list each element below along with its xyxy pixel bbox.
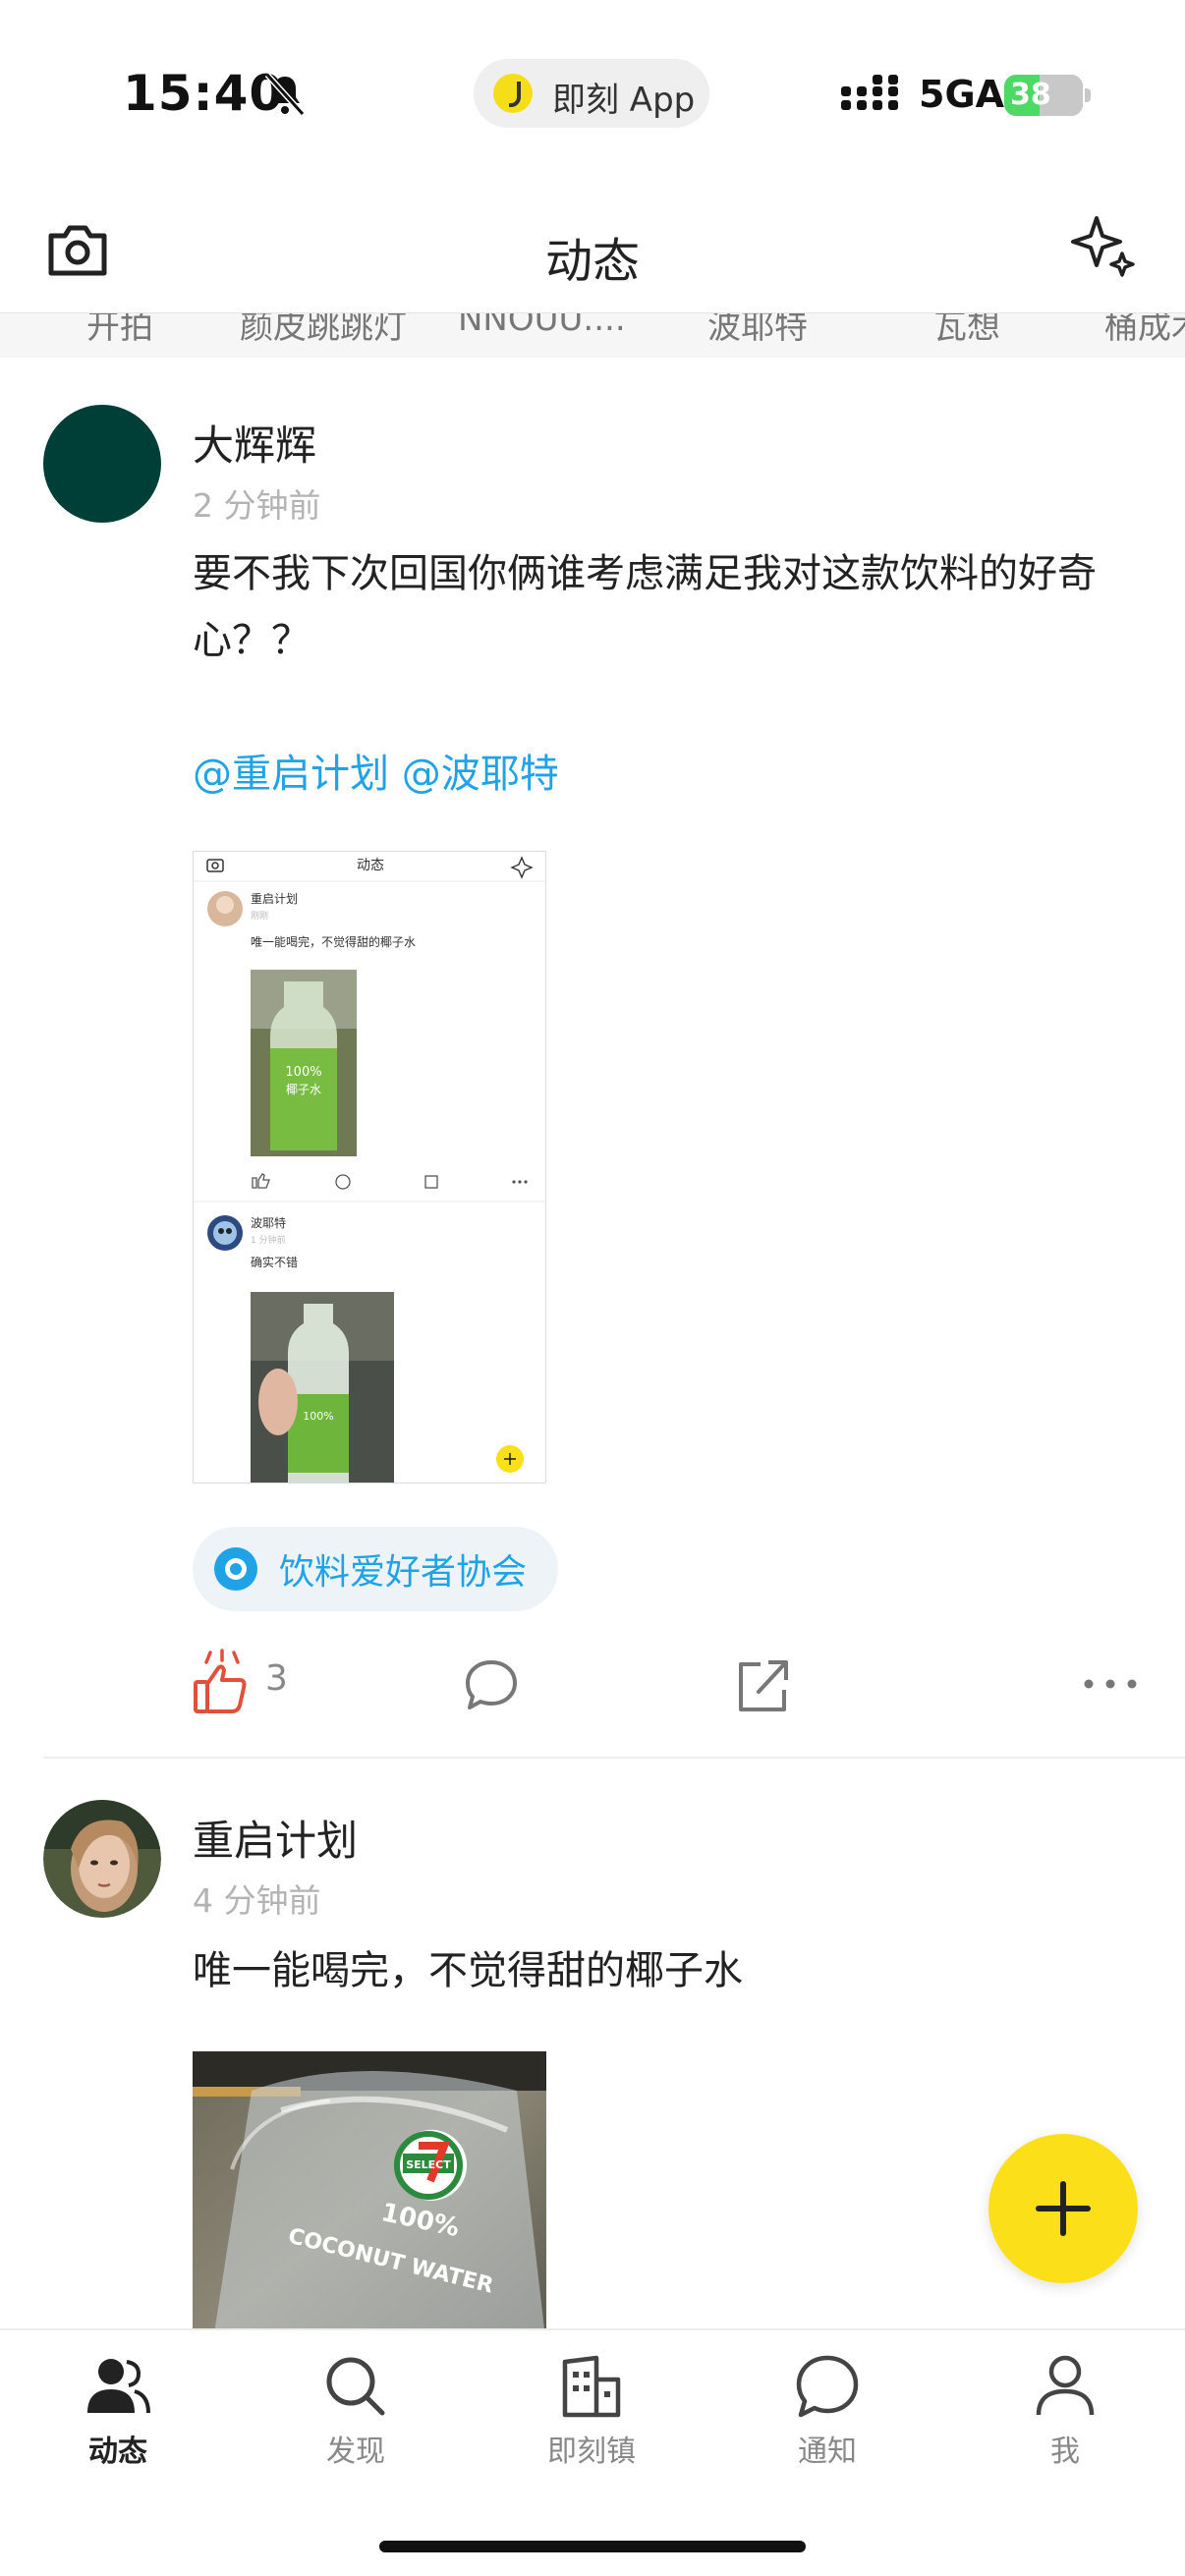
search-icon xyxy=(326,2357,385,2416)
post-image[interactable]: 动态 重启计划 刚刚 唯一能喝完，不觉得甜的椰子水 100% 椰子水 波耶特 1… xyxy=(193,851,546,1484)
tab-feed[interactable]: 动态 xyxy=(20,2354,216,2492)
mention-link[interactable]: @波耶特 xyxy=(402,752,559,797)
tab-notifications[interactable]: 通知 xyxy=(729,2354,926,2492)
page-title: 动态 xyxy=(544,234,640,289)
network-type: 5GA xyxy=(919,73,1005,116)
home-indicator[interactable] xyxy=(379,2541,806,2552)
strip-name[interactable]: 颜皮跳跳灯 xyxy=(240,313,407,348)
battery-level: 38 xyxy=(1010,78,1051,112)
tab-label: 动态 xyxy=(88,2435,147,2469)
mini-time: 1 分钟前 xyxy=(251,1234,286,1246)
post-image[interactable]: SELECT 100% COCONUT WATER xyxy=(193,2051,546,2328)
people-icon xyxy=(87,2359,150,2414)
post-time: 2 分钟前 xyxy=(193,486,321,525)
battery-tip xyxy=(1085,88,1091,102)
mini-bottle-label: 椰子水 xyxy=(286,1082,321,1096)
sparkle-icon[interactable] xyxy=(1071,214,1136,279)
tab-label: 通知 xyxy=(798,2435,857,2469)
topic-icon xyxy=(214,1547,257,1591)
post-author[interactable]: 大辉辉 xyxy=(193,413,316,473)
signal-icon xyxy=(841,75,898,110)
comment-icon[interactable] xyxy=(464,1649,519,1717)
app-pill-label: 即刻 App xyxy=(552,81,696,120)
strip-name[interactable]: 瓦想 xyxy=(933,313,1000,348)
mini-time: 刚刚 xyxy=(251,911,268,922)
strip-name[interactable]: 桶成木 xyxy=(1104,313,1185,348)
strip-name[interactable]: NNOUU.... xyxy=(458,313,626,339)
more-icon[interactable] xyxy=(1081,1649,1140,1717)
back-to-app-pill[interactable]: 即刻 App xyxy=(474,59,709,128)
like-count: 3 xyxy=(265,1658,288,1699)
person-icon xyxy=(1036,2355,1095,2416)
bell-muted-icon xyxy=(264,72,306,117)
share-icon[interactable] xyxy=(735,1649,790,1717)
post-text: 要不我下次回国你俩谁考虑满足我对这款饮料的好奇心？？ @重启计划 @波耶特 xyxy=(193,540,1156,808)
mini-text: 唯一能喝完，不觉得甜的椰子水 xyxy=(251,934,416,949)
avatar[interactable] xyxy=(43,1800,161,1918)
battery-icon: 38 xyxy=(1004,75,1083,116)
tab-town[interactable]: 即刻镇 xyxy=(493,2354,690,2492)
following-strip[interactable]: 开拍 颜皮跳跳灯 NNOUU.... 波耶特 瓦想 桶成木 xyxy=(0,312,1185,358)
mini-author: 波耶特 xyxy=(251,1215,286,1230)
post-author[interactable]: 重启计划 xyxy=(193,1808,358,1868)
post-body: 要不我下次回国你俩谁考虑满足我对这款饮料的好奇心？？ xyxy=(193,551,1097,663)
status-bar: 15:40 即刻 App 5GA 38 xyxy=(0,0,1185,187)
image-brand: SELECT xyxy=(406,2158,451,2171)
top-nav-bar: 动态 xyxy=(0,187,1185,314)
mini-title: 动态 xyxy=(357,858,384,873)
post-actions: 3 xyxy=(0,1649,1185,1727)
post-time: 4 分钟前 xyxy=(193,1881,321,1920)
strip-name[interactable]: 开拍 xyxy=(86,313,153,348)
building-icon xyxy=(562,2355,621,2418)
topic-label: 饮料爱好者协会 xyxy=(279,1552,528,1593)
tab-label: 我 xyxy=(1050,2435,1080,2469)
mini-bottle-label: 100% xyxy=(285,1065,321,1080)
app-logo-icon xyxy=(493,74,533,113)
like-icon[interactable] xyxy=(193,1649,250,1717)
tab-label: 即刻镇 xyxy=(547,2435,636,2469)
status-time: 15:40 xyxy=(123,65,285,122)
screenshot-image: 动态 重启计划 刚刚 唯一能喝完，不觉得甜的椰子水 100% 椰子水 波耶特 1… xyxy=(194,852,545,1483)
mini-bottle-label: 100% xyxy=(303,1410,333,1423)
post-divider xyxy=(43,1757,1185,1759)
strip-name[interactable]: 波耶特 xyxy=(707,313,808,348)
avatar[interactable] xyxy=(43,405,161,523)
feed-post: 大辉辉 2 分钟前 要不我下次回国你俩谁考虑满足我对这款饮料的好奇心？？ @重启… xyxy=(0,358,1185,1763)
tab-me[interactable]: 我 xyxy=(967,2354,1163,2492)
tab-discover[interactable]: 发现 xyxy=(257,2354,454,2492)
mini-author: 重启计划 xyxy=(251,892,298,906)
mini-text: 确实不错 xyxy=(251,1255,298,1269)
tab-label: 发现 xyxy=(326,2435,385,2469)
post-text: 唯一能喝完，不觉得甜的椰子水 xyxy=(193,1948,743,1993)
chat-bubble-icon xyxy=(796,2355,859,2418)
create-post-button[interactable] xyxy=(988,2134,1138,2283)
mention-link[interactable]: @重启计划 xyxy=(193,752,389,797)
bottom-tab-bar: 动态 发现 即刻镇 通知 我 xyxy=(0,2328,1185,2576)
topic-tag[interactable]: 饮料爱好者协会 xyxy=(193,1527,559,1611)
